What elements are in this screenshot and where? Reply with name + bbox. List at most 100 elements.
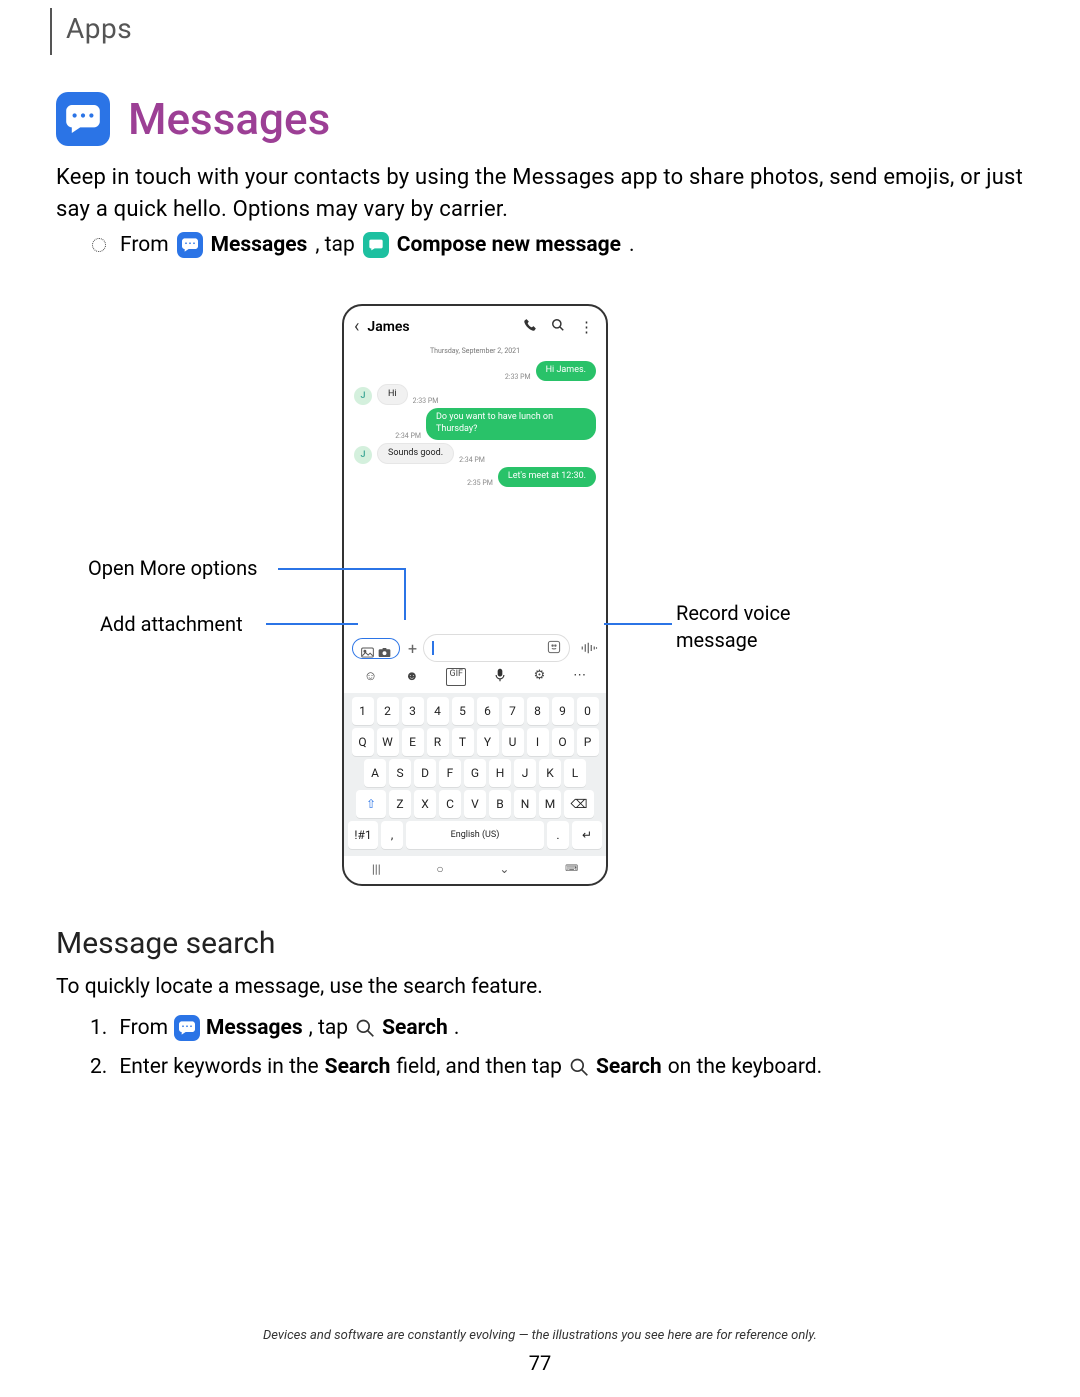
- key[interactable]: G: [464, 759, 486, 787]
- key[interactable]: X: [414, 790, 436, 818]
- message-bubble-received: Sounds good.: [377, 443, 454, 465]
- gallery-icon[interactable]: [361, 643, 374, 654]
- key[interactable]: 2: [377, 697, 399, 725]
- key[interactable]: C: [439, 790, 461, 818]
- period-key[interactable]: .: [547, 821, 569, 849]
- key[interactable]: 6: [477, 697, 499, 725]
- key[interactable]: P: [577, 728, 599, 756]
- home-icon[interactable]: ○: [436, 862, 443, 876]
- key[interactable]: 3: [402, 697, 424, 725]
- text-compose-bold: Compose new message: [397, 233, 621, 257]
- key[interactable]: 9: [552, 697, 574, 725]
- message-bubble-sent: Do you want to have lunch on Thursday?: [426, 408, 596, 439]
- key[interactable]: B: [489, 790, 511, 818]
- text-period: .: [454, 1016, 460, 1040]
- key[interactable]: 1: [352, 697, 374, 725]
- key[interactable]: E: [402, 728, 424, 756]
- key[interactable]: 4: [427, 697, 449, 725]
- section-description: To quickly locate a message, use the sea…: [56, 975, 1024, 999]
- message-row: 2:35 PM Let's meet at 12:30.: [354, 467, 596, 487]
- camera-icon[interactable]: [378, 643, 391, 654]
- message-bubble-sent: Let's meet at 12:30.: [498, 467, 596, 487]
- keyboard-top-row: ☺ ☻ GIF ⚙ ⋯: [344, 666, 606, 688]
- space-key[interactable]: English (US): [406, 821, 544, 849]
- call-icon[interactable]: [523, 318, 537, 336]
- messages-inline-icon: [174, 1015, 200, 1041]
- key[interactable]: N: [514, 790, 536, 818]
- text-tap: , tap: [309, 1016, 348, 1040]
- compose-step: From Messages , tap Compose new message …: [92, 232, 635, 258]
- leader-line: [278, 568, 342, 570]
- key[interactable]: J: [514, 759, 536, 787]
- back-nav-icon[interactable]: ⌄: [499, 862, 509, 876]
- shift-key[interactable]: ⇧: [356, 790, 386, 818]
- key[interactable]: U: [502, 728, 524, 756]
- back-icon[interactable]: ‹: [354, 316, 359, 337]
- search-icon[interactable]: [551, 318, 565, 336]
- comma-key[interactable]: ,: [381, 821, 403, 849]
- leader-line: [342, 568, 404, 570]
- gif-icon[interactable]: GIF: [446, 668, 466, 686]
- android-navbar: ||| ○ ⌄ ⌨: [344, 858, 606, 880]
- key[interactable]: A: [364, 759, 386, 787]
- key[interactable]: M: [539, 790, 561, 818]
- attachment-group[interactable]: [352, 638, 400, 659]
- emoji-icon[interactable]: ☺: [364, 668, 377, 686]
- callout-record-voice: Record voice message: [676, 600, 876, 654]
- key[interactable]: Y: [477, 728, 499, 756]
- key[interactable]: K: [539, 759, 561, 787]
- text-from: From: [120, 233, 169, 257]
- key[interactable]: 5: [452, 697, 474, 725]
- key-row-numbers: 1 2 3 4 5 6 7 8 9 0: [348, 697, 602, 725]
- more-kbd-icon[interactable]: ⋯: [573, 668, 586, 686]
- messages-app-icon: [56, 92, 110, 146]
- key[interactable]: 8: [527, 697, 549, 725]
- text-messages-bold: Messages: [206, 1016, 303, 1040]
- text-tap: , tap: [315, 233, 354, 257]
- keyboard-toggle-icon[interactable]: ⌨: [565, 864, 578, 874]
- message-row: 2:33 PM Hi James.: [354, 361, 596, 381]
- key[interactable]: O: [552, 728, 574, 756]
- page-title-row: Messages: [56, 92, 330, 146]
- messages-inline-icon: [177, 232, 203, 258]
- key[interactable]: F: [439, 759, 461, 787]
- more-options-icon[interactable]: +: [408, 639, 417, 658]
- recents-icon[interactable]: |||: [372, 862, 381, 876]
- message-input[interactable]: [423, 634, 570, 662]
- sticker-icon[interactable]: [547, 640, 561, 657]
- text-search-bold: Search: [596, 1055, 662, 1079]
- callout-open-more: Open More options: [88, 556, 257, 580]
- callout-add-attachment: Add attachment: [100, 612, 243, 636]
- phone-frame: ‹ James ⋮ Thursday, September 2, 2021 2:…: [342, 304, 608, 886]
- leader-line: [604, 623, 672, 625]
- key[interactable]: 0: [577, 697, 599, 725]
- backspace-key[interactable]: ⌫: [564, 790, 594, 818]
- key[interactable]: W: [377, 728, 399, 756]
- text: on the keyboard.: [668, 1055, 822, 1079]
- voice-record-icon[interactable]: [580, 640, 598, 656]
- text-period: .: [629, 233, 635, 257]
- leader-line: [404, 568, 406, 620]
- footer-note: Devices and software are constantly evol…: [0, 1328, 1080, 1343]
- key[interactable]: D: [414, 759, 436, 787]
- sticker-kbd-icon[interactable]: ☻: [405, 668, 419, 686]
- key[interactable]: Q: [352, 728, 374, 756]
- text-cursor: [432, 641, 434, 655]
- key[interactable]: R: [427, 728, 449, 756]
- key[interactable]: S: [389, 759, 411, 787]
- enter-key[interactable]: ↵: [572, 821, 602, 849]
- key[interactable]: H: [489, 759, 511, 787]
- key[interactable]: T: [452, 728, 474, 756]
- text-search-bold: Search: [325, 1055, 391, 1079]
- page-number: 77: [0, 1351, 1080, 1375]
- settings-icon[interactable]: ⚙: [534, 668, 546, 686]
- symbols-key[interactable]: !#1: [348, 821, 378, 849]
- contact-name: James: [367, 319, 515, 335]
- more-icon[interactable]: ⋮: [579, 318, 594, 336]
- key[interactable]: I: [527, 728, 549, 756]
- key[interactable]: 7: [502, 697, 524, 725]
- mic-icon[interactable]: [494, 668, 506, 686]
- key[interactable]: Z: [389, 790, 411, 818]
- key[interactable]: L: [564, 759, 586, 787]
- key[interactable]: V: [464, 790, 486, 818]
